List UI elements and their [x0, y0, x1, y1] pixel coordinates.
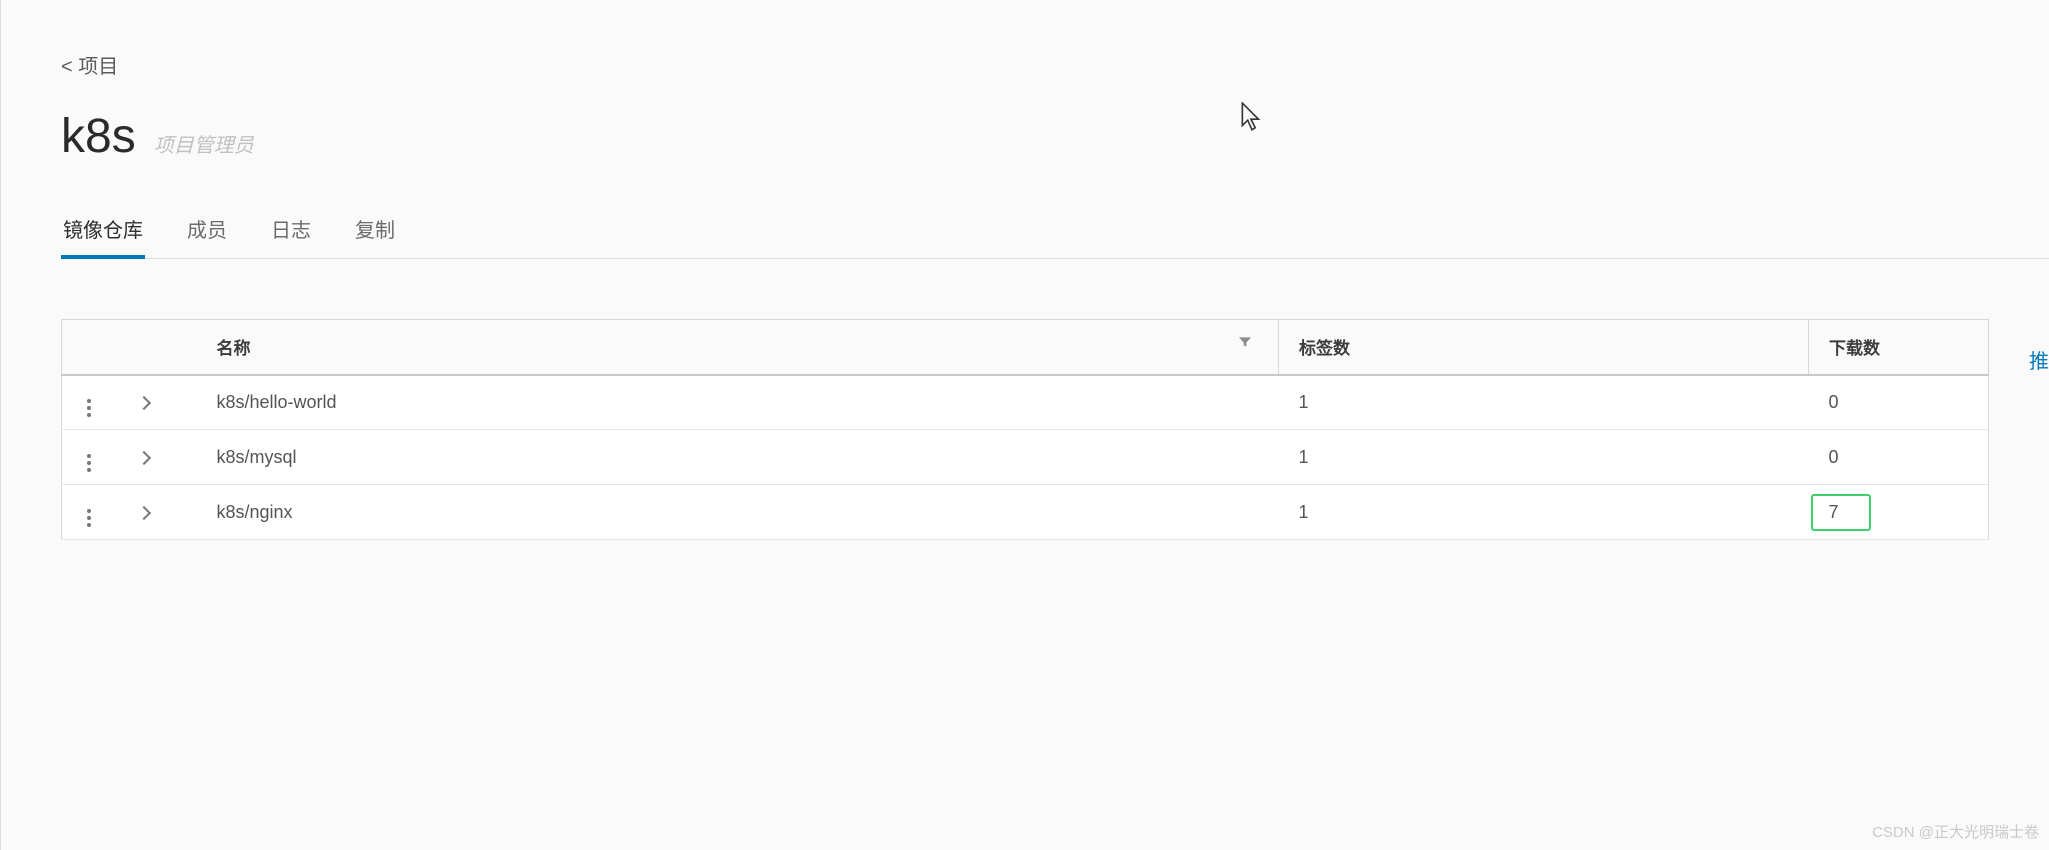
repositories-table: 名称 标签数 下载数 k8s/hello-world10k8s/mysql10k… — [61, 319, 1989, 540]
repo-name[interactable]: k8s/hello-world — [192, 375, 1279, 430]
chevron-right-icon[interactable] — [136, 396, 150, 410]
tab-replication[interactable]: 复制 — [353, 214, 397, 258]
push-link[interactable]: 推 — [2029, 345, 2049, 374]
repo-pulls-count: 0 — [1809, 375, 1989, 430]
column-header-name[interactable]: 名称 — [217, 339, 251, 358]
repo-tags-count: 1 — [1279, 485, 1809, 540]
row-menu-icon[interactable] — [62, 454, 117, 472]
table-row: k8s/hello-world10 — [62, 375, 1989, 430]
repo-tags-count: 1 — [1279, 430, 1809, 485]
table-row: k8s/nginx17 — [62, 485, 1989, 540]
repo-name[interactable]: k8s/nginx — [192, 485, 1279, 540]
repo-tags-count: 1 — [1279, 375, 1809, 430]
table-row: k8s/mysql10 — [62, 430, 1989, 485]
column-header-pulls[interactable]: 下载数 — [1809, 320, 1989, 375]
filter-icon[interactable] — [1237, 334, 1253, 355]
chevron-right-icon[interactable] — [136, 505, 150, 519]
tab-members[interactable]: 成员 — [185, 214, 229, 258]
row-menu-icon[interactable] — [62, 399, 117, 417]
tab-logs[interactable]: 日志 — [269, 214, 313, 258]
column-header-tags[interactable]: 标签数 — [1279, 320, 1809, 375]
project-role: 项目管理员 — [154, 129, 254, 158]
repo-pulls-count: 7 — [1809, 485, 1989, 540]
tab-repositories[interactable]: 镜像仓库 — [61, 214, 145, 259]
breadcrumb-back[interactable]: < 项目 — [61, 50, 2049, 79]
row-menu-icon[interactable] — [62, 509, 117, 527]
chevron-right-icon[interactable] — [136, 450, 150, 464]
repo-pulls-count: 0 — [1809, 430, 1989, 485]
watermark: CSDN @正大光明瑞士卷 — [1872, 821, 2039, 842]
repo-name[interactable]: k8s/mysql — [192, 430, 1279, 485]
tab-bar: 镜像仓库 成员 日志 复制 — [61, 214, 2049, 259]
project-title: k8s — [61, 109, 136, 164]
